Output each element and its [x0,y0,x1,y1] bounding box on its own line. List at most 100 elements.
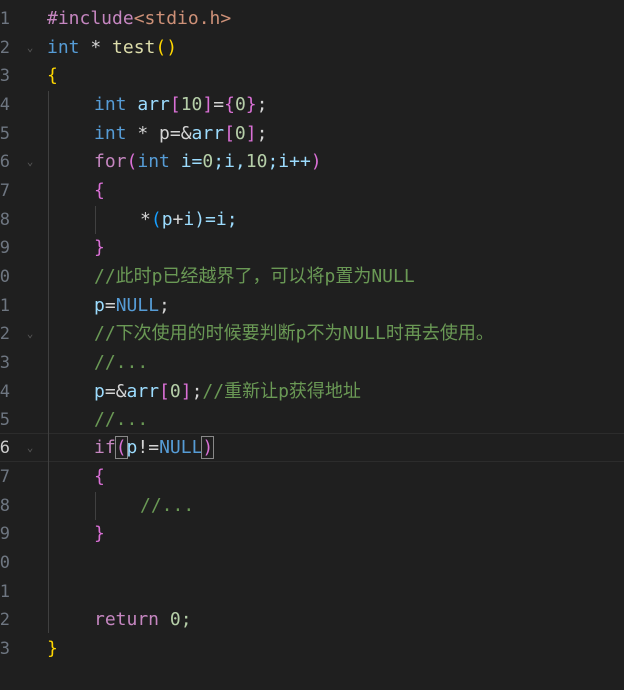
bracket: ) [310,151,322,172]
bracket: ( [150,209,162,230]
code-line-5[interactable]: int * p=&arr[0]; [94,120,267,149]
number: 10 [245,151,268,172]
bracket: [ [169,94,181,115]
bracket: { [94,466,105,487]
line-number: 2 [0,38,10,58]
number: 0; [159,609,192,630]
line-number: 9 [0,238,10,258]
line-number: 1 [0,582,10,602]
operator: ; [191,381,203,402]
identifier: i= [169,151,203,172]
line-number: 0 [0,553,10,573]
line-number: 4 [0,382,10,402]
line-number-gutter: 1 2 3 4 5 6 7 8 9 0 1 2 3 4 5 6 7 8 9 0 … [0,0,18,690]
matched-bracket: ( [114,436,128,459]
matched-bracket: ) [201,436,215,459]
indent-guide [48,91,49,633]
bracket: } [94,237,105,258]
identifier: i [183,209,195,230]
code-line-12[interactable]: //下次使用的时候要判断p不为NULL时再去使用。 [94,320,494,349]
bracket: ) [166,37,178,58]
code-line-22[interactable]: return 0; [94,606,192,635]
bracket: } [94,523,105,544]
identifier: p [94,295,105,316]
comment: //... [94,409,149,430]
identifier: ;i, [213,151,246,172]
code-line-4[interactable]: int arr[10]={0}; [94,91,267,120]
comment: //... [94,352,149,373]
code-line-15[interactable]: //... [94,406,148,435]
bracket: { [224,94,235,115]
operator: + [172,209,184,230]
identifier: p [126,437,138,458]
operator: * [140,209,151,230]
identifier: arr [137,94,170,115]
code-line-18[interactable]: //... [140,492,194,521]
code-line-7[interactable]: { [94,177,105,206]
operator: != [137,437,160,458]
number: 0 [202,151,214,172]
code-line-1[interactable]: #include<stdio.h> [47,5,231,34]
line-number: 9 [0,524,10,544]
macro: NULL [115,295,160,316]
fold-chevron-icon[interactable]: ⌄ [24,320,36,349]
code-line-3[interactable]: { [47,62,58,91]
identifier: )=i; [194,209,238,230]
code-editor[interactable]: 1 2 3 4 5 6 7 8 9 0 1 2 3 4 5 6 7 8 9 0 … [0,0,624,690]
code-line-19[interactable]: } [94,520,105,549]
operator: & [115,381,127,402]
bracket: [ [159,381,170,402]
operator: = [213,94,225,115]
code-line-9[interactable]: } [94,234,105,263]
code-line-10[interactable]: //此时p已经越界了，可以将p置为NULL [94,263,415,292]
include-directive: #include [47,8,134,29]
operator: ; [159,295,170,316]
code-line-8[interactable]: *(p+i)=i; [140,206,238,235]
indent-guide [95,206,96,234]
identifier: arr [126,381,160,402]
bracket: ] [245,123,257,144]
fold-chevron-icon[interactable]: ⌄ [24,148,36,177]
line-number: 4 [0,95,10,115]
keyword: int [137,151,170,172]
line-number: 7 [0,467,10,487]
code-line-11[interactable]: p=NULL; [94,292,170,321]
macro: NULL [159,437,203,458]
operator: * p=& [126,123,192,144]
bracket: ] [202,94,214,115]
bracket: ( [155,37,167,58]
number: 10 [180,94,203,115]
line-number: 2 [0,610,10,630]
keyword: int [94,94,127,115]
line-number: 6 [0,152,10,172]
keyword: if [94,437,116,458]
identifier: p [161,209,173,230]
number: 0 [234,94,246,115]
comment: //下次使用的时候要判断p不为NULL时再去使用。 [94,323,494,344]
line-number: 1 [0,296,10,316]
identifier: ;i++ [267,151,311,172]
line-number: 8 [0,496,10,516]
code-line-23[interactable]: } [47,635,58,664]
code-line-2[interactable]: int * test() [47,34,177,63]
operator: = [104,295,116,316]
operator: ; [256,123,268,144]
fold-chevron-icon[interactable]: ⌄ [24,34,36,63]
fold-chevron-icon[interactable]: ⌄ [24,434,36,463]
bracket: { [47,65,58,86]
bracket: } [245,94,257,115]
keyword: int [47,37,80,58]
code-line-6[interactable]: for(int i=0;i,10;i++) [94,148,322,177]
line-number: 3 [0,66,10,86]
bracket: [ [224,123,235,144]
code-line-17[interactable]: { [94,463,105,492]
line-number-active: 6 [0,438,10,458]
code-line-16[interactable]: if(p!=NULL) [94,434,215,463]
code-line-14[interactable]: p=&arr[0];//重新让p获得地址 [94,378,361,407]
keyword: for [94,151,127,172]
number: 0 [169,381,181,402]
code-line-13[interactable]: //... [94,349,148,378]
indent-guide [95,492,96,520]
comment: //此时p已经越界了，可以将p置为NULL [94,266,415,287]
operator: ; [256,94,268,115]
